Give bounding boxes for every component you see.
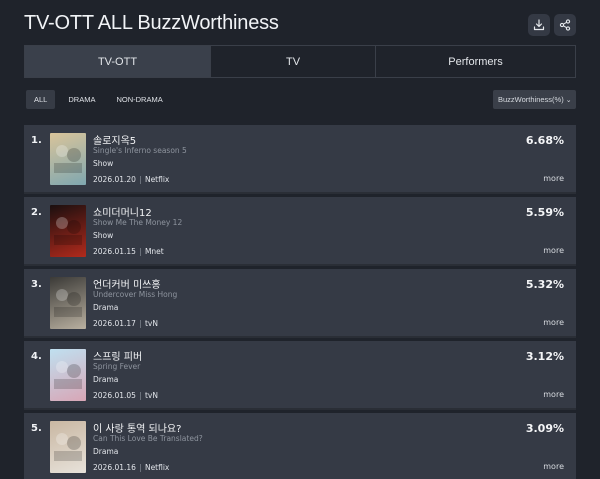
rank-number: 3. <box>31 279 42 290</box>
buzz-percent: 5.59% <box>525 206 564 219</box>
divider <box>139 391 141 400</box>
tab-tv-ott[interactable]: TV-OTT <box>25 46 211 77</box>
genre-label: Show <box>93 159 114 168</box>
list-item[interactable]: 2. 쇼미더머니12 Show Me The Money 12 Show 202… <box>24 197 576 266</box>
air-date: 2026.01.20 <box>93 175 136 184</box>
poster-image[interactable] <box>50 277 86 329</box>
genre-label: Show <box>93 231 114 240</box>
list-item[interactable]: 1. 솔로지옥5 Single's Inferno season 5 Show … <box>24 125 576 194</box>
poster-image[interactable] <box>50 205 86 257</box>
title-korean[interactable]: 언더커버 미쓰홍 <box>93 276 161 291</box>
title-english: Single's Inferno season 5 <box>93 146 187 155</box>
air-info: 2026.01.17 tvN <box>93 319 158 328</box>
title-korean[interactable]: 쇼미더머니12 <box>93 204 152 219</box>
chevron-down-icon: ⌄ <box>565 96 572 104</box>
channel-name: Netflix <box>144 175 170 184</box>
genre-filters: ALL DRAMA NON-DRAMA <box>26 90 176 109</box>
title-korean[interactable]: 스프링 피버 <box>93 348 142 363</box>
genre-label: Drama <box>93 447 119 456</box>
buzz-percent: 6.68% <box>525 134 564 147</box>
divider <box>139 463 141 472</box>
air-date: 2026.01.15 <box>93 247 136 256</box>
more-link[interactable]: more <box>543 462 564 471</box>
filter-drama[interactable]: DRAMA <box>60 90 103 109</box>
poster-image[interactable] <box>50 133 86 185</box>
list-item[interactable]: 4. 스프링 피버 Spring Fever Drama 2026.01.05 … <box>24 341 576 410</box>
rank-number: 5. <box>31 423 42 434</box>
list-item[interactable]: 5. 이 사랑 통역 되나요? Can This Love Be Transla… <box>24 413 576 479</box>
buzz-percent: 5.32% <box>525 278 564 291</box>
divider <box>139 175 141 184</box>
list-item[interactable]: 3. 언더커버 미쓰홍 Undercover Miss Hong Drama 2… <box>24 269 576 338</box>
channel-name: Mnet <box>144 247 164 256</box>
channel-name: Netflix <box>144 463 170 472</box>
buzz-percent: 3.12% <box>525 350 564 363</box>
air-date: 2026.01.16 <box>93 463 136 472</box>
tab-tv[interactable]: TV <box>211 46 376 77</box>
air-info: 2026.01.05 tvN <box>93 391 158 400</box>
filter-non-drama[interactable]: NON-DRAMA <box>108 90 170 109</box>
more-link[interactable]: more <box>543 390 564 399</box>
buzz-percent: 3.09% <box>525 422 564 435</box>
share-button[interactable] <box>554 14 576 36</box>
page-title: TV-OTT ALL BuzzWorthiness <box>24 12 279 34</box>
rank-number: 2. <box>31 207 42 218</box>
air-date: 2026.01.17 <box>93 319 136 328</box>
rank-number: 1. <box>31 135 42 146</box>
divider <box>139 247 141 256</box>
air-date: 2026.01.05 <box>93 391 136 400</box>
poster-image[interactable] <box>50 421 86 473</box>
more-link[interactable]: more <box>543 174 564 183</box>
channel-name: tvN <box>144 391 158 400</box>
rank-number: 4. <box>31 351 42 362</box>
more-link[interactable]: more <box>543 318 564 327</box>
share-icon <box>559 19 571 31</box>
main-tabs: TV-OTT TV Performers <box>24 45 576 78</box>
more-link[interactable]: more <box>543 246 564 255</box>
poster-image[interactable] <box>50 349 86 401</box>
sort-select[interactable]: BuzzWorthiness(%) ⌄ <box>493 90 576 109</box>
title-english: Show Me The Money 12 <box>93 218 183 227</box>
genre-label: Drama <box>93 303 119 312</box>
air-info: 2026.01.16 Netflix <box>93 463 169 472</box>
title-korean[interactable]: 솔로지옥5 <box>93 132 136 147</box>
title-english: Spring Fever <box>93 362 141 371</box>
title-english: Undercover Miss Hong <box>93 290 178 299</box>
sort-label: BuzzWorthiness(%) <box>498 95 564 104</box>
air-info: 2026.01.20 Netflix <box>93 175 169 184</box>
tab-performers[interactable]: Performers <box>376 46 575 77</box>
filter-all[interactable]: ALL <box>26 90 56 109</box>
download-button[interactable] <box>528 14 550 36</box>
ranking-list: 1. 솔로지옥5 Single's Inferno season 5 Show … <box>24 125 576 479</box>
air-info: 2026.01.15 Mnet <box>93 247 164 256</box>
title-korean[interactable]: 이 사랑 통역 되나요? <box>93 420 181 435</box>
download-icon <box>533 19 545 31</box>
title-english: Can This Love Be Translated? <box>93 434 203 443</box>
divider <box>139 319 141 328</box>
genre-label: Drama <box>93 375 119 384</box>
channel-name: tvN <box>144 319 158 328</box>
